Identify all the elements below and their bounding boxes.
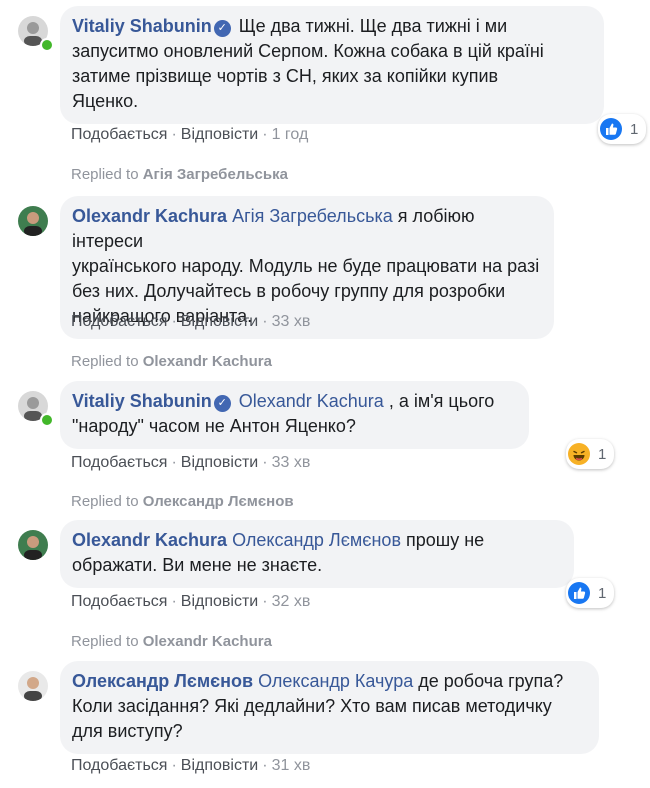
- comment-timestamp[interactable]: 33 хв: [272, 313, 311, 330]
- haha-reaction-icon: [568, 443, 590, 465]
- comment-bubble: Vitaliy Shabunin ✓ Olexandr Kachura , а і…: [60, 381, 529, 449]
- comment-author[interactable]: Олександр Лємєнов: [72, 671, 253, 691]
- comment-bubble: Олександр Лємєнов Олександр Качура де ро…: [60, 661, 599, 754]
- comment-text-line: без них. Долучайтесь в робочу группу для…: [72, 281, 506, 301]
- verified-badge-icon: ✓: [213, 395, 231, 412]
- like-reaction-icon: [600, 118, 622, 140]
- comment-text-line: ображати. Ви мене не знаєте.: [72, 555, 323, 575]
- replied-to-label[interactable]: Replied to Olexandr Kachura: [71, 353, 272, 370]
- like-button[interactable]: Подобається: [71, 593, 167, 610]
- online-status-icon: [40, 413, 54, 427]
- mention-link[interactable]: Olexandr Kachura: [239, 391, 384, 411]
- avatar-olexandr-kachura[interactable]: [18, 530, 48, 560]
- comment-timestamp[interactable]: 31 хв: [272, 757, 311, 774]
- like-button[interactable]: Подобається: [71, 454, 167, 471]
- comment-bubble: Olexandr Kachura Олександр Лємєнов прошу…: [60, 520, 574, 588]
- reply-button[interactable]: Відповісти: [181, 454, 258, 471]
- comment-actions: Подобається · Відповісти · 33 хв: [71, 313, 311, 330]
- reaction-count-value: 1: [598, 584, 607, 602]
- comment-author[interactable]: Vitaliy Shabunin: [72, 391, 212, 411]
- avatar-oleksandr-lemenov[interactable]: [18, 671, 48, 701]
- comment-text-line: українського народу. Модуль не буде прац…: [72, 256, 540, 276]
- comment-text-line: запуситмо оновлений Серпом. Кожна собака…: [72, 41, 544, 61]
- comment-author[interactable]: Vitaliy Shabunin: [72, 16, 212, 36]
- comment-actions: Подобається · Відповісти · 33 хв: [71, 454, 311, 471]
- replied-to-name: Olexandr Kachura: [142, 353, 272, 370]
- comment-text-line: Яценко.: [72, 91, 139, 111]
- comment-author[interactable]: Olexandr Kachura: [72, 206, 227, 226]
- comment-actions: Подобається · Відповісти · 31 хв: [71, 757, 311, 774]
- comment-actions: Подобається · Відповісти · 1 год: [71, 126, 309, 143]
- like-button[interactable]: Подобається: [71, 126, 167, 143]
- comment-3: Vitaliy Shabunin ✓ Olexandr Kachura , а і…: [18, 381, 618, 481]
- comment-2: Olexandr Kachura Агія Загребельська я ло…: [18, 196, 618, 341]
- comment-text-line: Коли засідання? Які дедлайни? Хто вам пи…: [72, 696, 552, 716]
- comment-text-line: затиме прізвище чортів з СН, яких за коп…: [72, 66, 499, 86]
- mention-link[interactable]: Олександр Лємєнов: [232, 530, 401, 550]
- comment-text-line: "народу" часом не Антон Яценко?: [72, 416, 356, 436]
- like-button[interactable]: Подобається: [71, 757, 167, 774]
- reaction-count-value: 1: [598, 445, 607, 463]
- comment-author[interactable]: Olexandr Kachura: [72, 530, 227, 550]
- replied-to-name: Олександр Лємєнов: [142, 493, 294, 510]
- reply-button[interactable]: Відповісти: [181, 593, 258, 610]
- comment-bubble: Vitaliy Shabunin ✓ Ще два тижні. Ще два т…: [60, 6, 604, 124]
- reply-button[interactable]: Відповісти: [181, 757, 258, 774]
- comment-4: Olexandr Kachura Олександр Лємєнов прошу…: [18, 520, 618, 620]
- replied-to-prefix: Replied to: [71, 493, 139, 510]
- reply-button[interactable]: Відповісти: [181, 313, 258, 330]
- reaction-count[interactable]: 1: [566, 578, 615, 608]
- replied-to-name: Olexandr Kachura: [142, 633, 272, 650]
- comment-5: Олександр Лємєнов Олександр Качура де ро…: [18, 661, 618, 781]
- replied-to-prefix: Replied to: [71, 166, 139, 183]
- online-status-icon: [40, 38, 54, 52]
- reaction-count[interactable]: 1: [566, 439, 615, 469]
- replied-to-label[interactable]: Replied to Агія Загребельська: [71, 166, 288, 183]
- comment-1: Vitaliy Shabunin ✓ Ще два тижні. Ще два т…: [18, 6, 647, 156]
- comment-timestamp[interactable]: 1 год: [272, 126, 309, 143]
- comment-timestamp[interactable]: 33 хв: [272, 454, 311, 471]
- reply-button[interactable]: Відповісти: [181, 126, 258, 143]
- replied-to-prefix: Replied to: [71, 633, 139, 650]
- verified-badge-icon: ✓: [213, 20, 231, 37]
- replied-to-label[interactable]: Replied to Olexandr Kachura: [71, 633, 272, 650]
- comment-text-line: Ще два тижні. Ще два тижні і ми: [238, 16, 508, 36]
- replied-to-name: Агія Загребельська: [142, 166, 288, 183]
- like-button[interactable]: Подобається: [71, 313, 167, 330]
- comment-actions: Подобається · Відповісти · 32 хв: [71, 593, 311, 610]
- comment-text-line: де робоча група?: [418, 671, 564, 691]
- comment-text-line: прошу не: [406, 530, 485, 550]
- comment-timestamp[interactable]: 32 хв: [272, 593, 311, 610]
- avatar-olexandr-kachura[interactable]: [18, 206, 48, 236]
- reaction-count[interactable]: 1: [598, 114, 647, 144]
- replied-to-prefix: Replied to: [71, 353, 139, 370]
- comment-text-line: для виступу?: [72, 721, 183, 741]
- comment-text-line: , а ім'я цього: [388, 391, 495, 411]
- mention-link[interactable]: Олександр Качура: [258, 671, 413, 691]
- reaction-count-value: 1: [630, 120, 639, 138]
- replied-to-label[interactable]: Replied to Олександр Лємєнов: [71, 493, 294, 510]
- like-reaction-icon: [568, 582, 590, 604]
- mention-link[interactable]: Агія Загребельська: [232, 206, 393, 226]
